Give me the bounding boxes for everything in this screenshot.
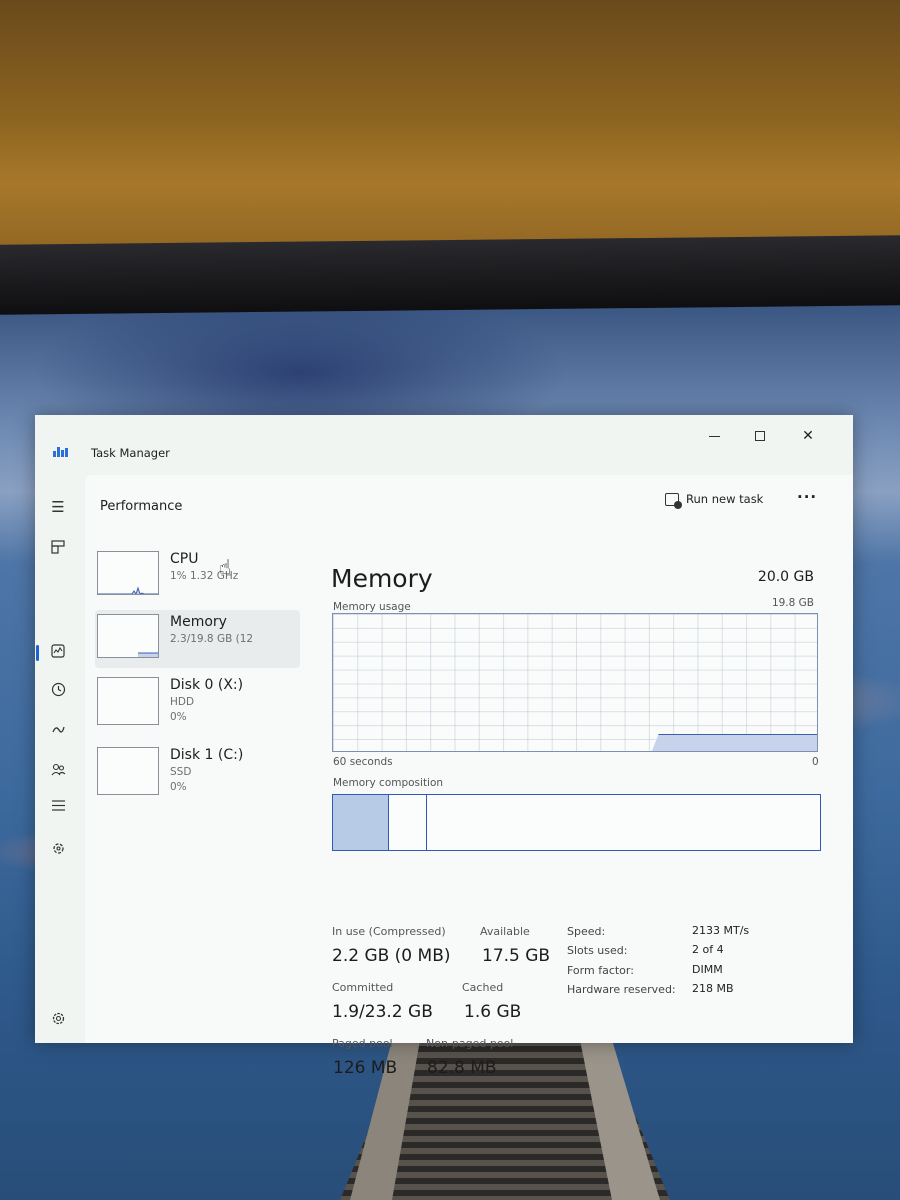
- device-name: Disk 0 (X:): [170, 677, 244, 693]
- memory-usage-graph: [332, 613, 818, 752]
- non-paged-pool-value: 82.8 MB: [427, 1058, 497, 1078]
- device-name: Disk 1 (C:): [170, 747, 244, 763]
- maximize-icon: [755, 431, 765, 441]
- in-use-label: In use (Compressed): [332, 925, 446, 938]
- hardware-reserved-value: 218 MB: [692, 982, 734, 995]
- memory-thumbnail-graph: [97, 614, 159, 658]
- nav-rail: ☰: [35, 475, 85, 1043]
- mouse-pointer-hand-icon: ☝: [219, 555, 232, 579]
- run-task-icon: [665, 492, 682, 509]
- device-detail: 2.3/19.8 GB (12: [170, 633, 254, 645]
- disk1-thumbnail-graph: [97, 747, 159, 795]
- task-manager-logo-icon: [53, 447, 69, 457]
- services-icon[interactable]: [47, 837, 69, 859]
- hamburger-icon[interactable]: ☰: [47, 496, 69, 518]
- committed-value: 1.9/23.2 GB: [332, 1002, 433, 1022]
- composition-in-use-segment: [333, 795, 389, 850]
- slots-used-value: 2 of 4: [692, 943, 724, 956]
- cpu-thumbnail-graph: [97, 551, 159, 595]
- form-factor-value: DIMM: [692, 963, 723, 976]
- non-paged-pool-label: Non-paged pool: [426, 1037, 514, 1050]
- memory-composition-bar[interactable]: [332, 794, 821, 851]
- active-indicator: [36, 645, 39, 661]
- available-label: Available: [480, 925, 530, 938]
- run-new-task-button[interactable]: Run new task: [665, 490, 764, 509]
- memory-usage-area: [652, 734, 817, 751]
- device-item-cpu[interactable]: CPU 1% 1.32 GHz: [95, 547, 300, 605]
- device-item-memory[interactable]: Memory 2.3/19.8 GB (12: [95, 610, 300, 668]
- users-icon[interactable]: [47, 758, 69, 780]
- device-type: SSD: [170, 766, 192, 778]
- memory-heading: Memory: [331, 564, 433, 593]
- details-icon[interactable]: [47, 794, 69, 816]
- speed-label: Speed:: [567, 925, 606, 938]
- task-manager-window: Task Manager ✕ ☰ Performance Run new tas…: [35, 415, 853, 1078]
- device-name: Memory: [170, 614, 227, 630]
- performance-pane: Performance Run new task ··· CPU 1% 1.32…: [85, 475, 853, 1078]
- device-usage: 0%: [170, 781, 187, 793]
- window-title: Task Manager: [91, 446, 170, 460]
- more-options-button[interactable]: ···: [797, 488, 817, 506]
- page-title: Performance: [100, 499, 183, 514]
- device-item-disk1[interactable]: Disk 1 (C:) SSD 0%: [95, 743, 300, 801]
- maximize-button[interactable]: [737, 421, 783, 451]
- cached-value: 1.6 GB: [464, 1002, 522, 1022]
- form-factor-label: Form factor:: [567, 964, 634, 977]
- close-button[interactable]: ✕: [785, 421, 831, 451]
- memory-total: 20.0 GB: [757, 569, 814, 585]
- composition-modified-segment: [389, 795, 427, 850]
- device-item-disk0[interactable]: Disk 0 (X:) HDD 0%: [95, 673, 300, 731]
- device-type: HDD: [170, 696, 195, 708]
- paged-pool-value: 126 MB: [333, 1058, 398, 1078]
- slots-used-label: Slots used:: [567, 944, 628, 957]
- paged-pool-label: Paged pool: [332, 1037, 393, 1050]
- committed-label: Committed: [332, 981, 394, 994]
- run-new-task-label: Run new task: [686, 492, 764, 506]
- monitor-bezel: [0, 235, 900, 315]
- cached-label: Cached: [462, 981, 504, 994]
- memory-usage-label: Memory usage: [333, 601, 411, 613]
- startup-apps-icon[interactable]: [47, 718, 69, 740]
- minimize-icon: [708, 435, 720, 437]
- settings-icon[interactable]: [47, 1007, 69, 1029]
- memory-composition-label: Memory composition: [333, 777, 444, 789]
- hardware-reserved-label: Hardware reserved:: [567, 983, 676, 996]
- processes-icon[interactable]: [47, 536, 69, 558]
- device-name: CPU: [170, 551, 199, 567]
- title-bar[interactable]: Task Manager ✕: [35, 415, 853, 475]
- background-wall: [0, 0, 900, 262]
- app-history-icon[interactable]: [47, 678, 69, 700]
- close-icon: ✕: [802, 428, 814, 444]
- performance-icon[interactable]: [47, 640, 69, 662]
- graph-min-value: 0: [812, 756, 819, 768]
- speed-value: 2133 MT/s: [692, 924, 750, 937]
- device-usage: 0%: [170, 711, 187, 723]
- disk0-thumbnail-graph: [97, 677, 159, 725]
- in-use-value: 2.2 GB (0 MB): [332, 946, 451, 966]
- minimize-button[interactable]: [691, 421, 737, 451]
- graph-time-span: 60 seconds: [333, 756, 393, 768]
- available-value: 17.5 GB: [482, 946, 551, 966]
- memory-usage-max: 19.8 GB: [771, 597, 814, 609]
